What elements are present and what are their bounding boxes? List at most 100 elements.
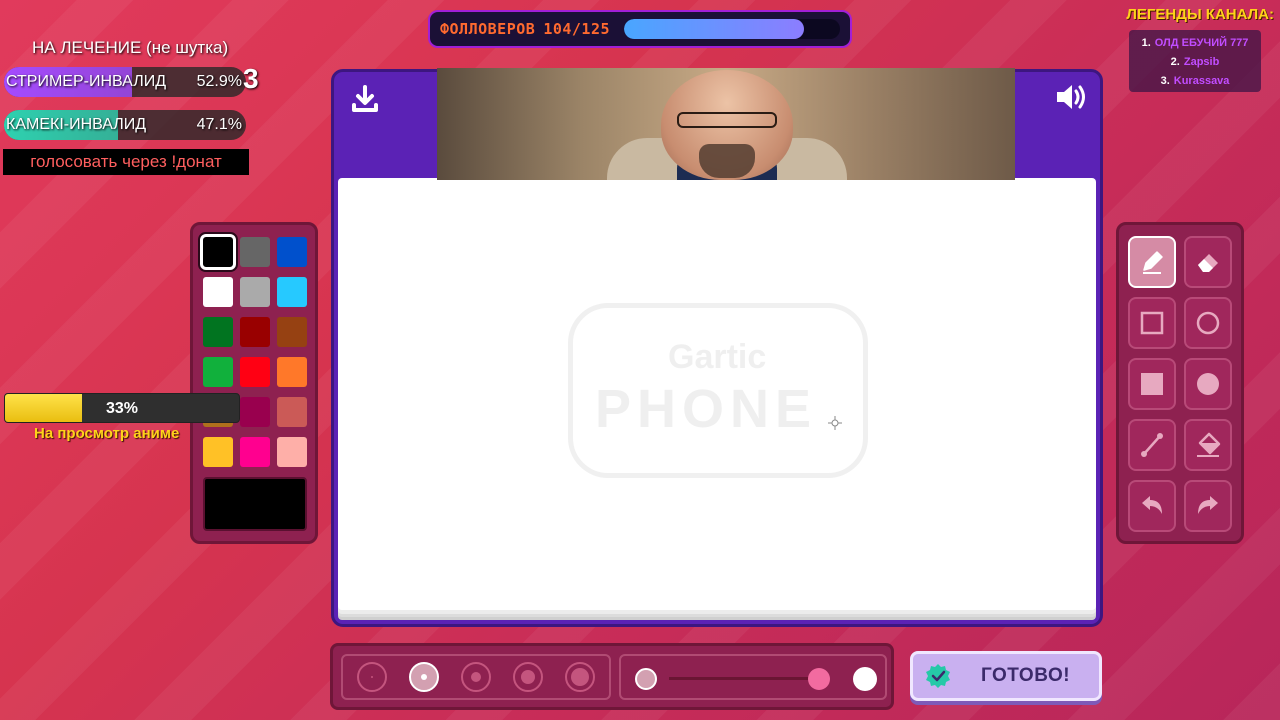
legend-entry: 1. ОЛД ЕБУЧИЙ 777 bbox=[1137, 33, 1253, 52]
legends-title: ЛЕГЕНДЫ КАНАЛА: bbox=[1126, 6, 1274, 23]
brush-size-dot bbox=[571, 668, 589, 686]
tool-eraser[interactable] bbox=[1184, 236, 1232, 288]
opacity-high-indicator bbox=[853, 667, 877, 691]
poll-call-to-action: голосовать через !донат bbox=[3, 149, 249, 175]
current-color-preview bbox=[203, 477, 307, 531]
opacity-slider-track[interactable] bbox=[669, 677, 819, 680]
download-button[interactable] bbox=[350, 84, 380, 119]
square-filled-icon bbox=[1141, 373, 1163, 395]
webcam-overlay bbox=[437, 68, 1015, 180]
color-swatch[interactable] bbox=[240, 237, 270, 267]
line-icon bbox=[1141, 433, 1163, 457]
opacity-slider-handle[interactable] bbox=[808, 668, 830, 690]
done-button[interactable]: ГОТОВО! bbox=[910, 651, 1102, 701]
brush-size-dot bbox=[371, 676, 373, 678]
legend-rank: 3. bbox=[1160, 74, 1170, 87]
brush-size-dot bbox=[521, 670, 535, 684]
legend-rank: 1. bbox=[1141, 36, 1151, 49]
color-swatch[interactable] bbox=[203, 277, 233, 307]
brush-size-option[interactable] bbox=[357, 662, 387, 692]
poll-option-2-name: КАМЕКІ-ИНВАЛИД bbox=[6, 116, 147, 133]
followers-progress-fill bbox=[624, 19, 804, 39]
donation-goal-bar: 33% bbox=[4, 393, 240, 423]
legend-rank: 2. bbox=[1170, 55, 1180, 68]
color-swatch[interactable] bbox=[240, 357, 270, 387]
done-button-label: ГОТОВО! bbox=[981, 665, 1071, 686]
color-swatch[interactable] bbox=[240, 317, 270, 347]
tool-rectangle-outline[interactable] bbox=[1128, 297, 1176, 349]
webcam-person-glasses bbox=[677, 112, 777, 128]
brush-size-option[interactable] bbox=[409, 662, 439, 692]
followers-count: 104/125 bbox=[543, 20, 611, 38]
color-swatch[interactable] bbox=[277, 357, 307, 387]
poll-sticker: 3 bbox=[243, 63, 259, 94]
eraser-icon bbox=[1198, 254, 1218, 272]
legend-name: Zapsib bbox=[1183, 55, 1220, 68]
opacity-slider-group bbox=[619, 654, 887, 700]
color-swatch[interactable] bbox=[240, 397, 270, 427]
redo-icon bbox=[1198, 496, 1218, 514]
color-swatch[interactable] bbox=[277, 317, 307, 347]
brush-controls bbox=[330, 643, 894, 710]
poll-option-1-name: СТРИМЕР-ИНВАЛИД bbox=[6, 73, 167, 90]
undo-icon bbox=[1142, 496, 1162, 514]
color-swatch[interactable] bbox=[203, 357, 233, 387]
color-swatch[interactable] bbox=[240, 277, 270, 307]
webcam-person-beard bbox=[699, 144, 755, 178]
tool-pencil[interactable] bbox=[1128, 236, 1176, 288]
tool-redo[interactable] bbox=[1184, 480, 1232, 532]
tool-ellipse-outline[interactable] bbox=[1184, 297, 1232, 349]
check-badge-icon bbox=[926, 664, 950, 688]
color-swatch[interactable] bbox=[203, 437, 233, 467]
brush-size-dot bbox=[421, 674, 427, 680]
brush-size-option[interactable] bbox=[461, 662, 491, 692]
donation-goal-label: На просмотр аниме bbox=[34, 425, 180, 442]
color-swatch[interactable] bbox=[203, 317, 233, 347]
legend-entry: 2. Zapsib bbox=[1137, 52, 1253, 71]
poll-title: НА ЛЕЧЕНИЕ (не шутка) bbox=[32, 38, 229, 57]
watermark-gartic-text: Gartic bbox=[668, 338, 767, 376]
brush-size-dot bbox=[471, 672, 481, 682]
color-swatch[interactable] bbox=[277, 277, 307, 307]
download-icon bbox=[352, 85, 378, 112]
poll-option-2-percent: 47.1% bbox=[196, 116, 242, 133]
poll-option-1: СТРИМЕР-ИНВАЛИД 52.9% bbox=[4, 67, 246, 97]
color-palette bbox=[190, 222, 318, 544]
tool-ellipse-filled[interactable] bbox=[1184, 358, 1232, 410]
square-outline-icon bbox=[1140, 311, 1164, 335]
color-swatch[interactable] bbox=[277, 437, 307, 467]
legend-name: ОЛД ЕБУЧИЙ 777 bbox=[1154, 36, 1249, 49]
poll-option-1-percent: 52.9% bbox=[196, 73, 242, 90]
brush-size-option[interactable] bbox=[565, 662, 595, 692]
brush-size-option[interactable] bbox=[513, 662, 543, 692]
gartic-phone-watermark: Gartic PHONE bbox=[568, 303, 868, 478]
tool-rectangle-filled[interactable] bbox=[1128, 358, 1176, 410]
color-swatch[interactable] bbox=[240, 437, 270, 467]
opacity-low-indicator bbox=[635, 668, 657, 690]
legend-entry: 3. Kurassava bbox=[1137, 71, 1253, 90]
circle-filled-icon bbox=[1197, 373, 1219, 395]
legends-list: 1. ОЛД ЕБУЧИЙ 777 2. Zapsib 3. Kurassava bbox=[1129, 30, 1261, 92]
circle-outline-icon bbox=[1196, 311, 1220, 335]
color-swatch[interactable] bbox=[277, 397, 307, 427]
brush-size-group bbox=[341, 654, 611, 700]
followers-label: ФОЛЛОВЕРОВ bbox=[440, 20, 536, 38]
bucket-icon bbox=[1197, 432, 1221, 457]
followers-goal-bar: ФОЛЛОВЕРОВ 104/125 bbox=[428, 10, 852, 48]
followers-progress-track bbox=[624, 19, 840, 39]
color-swatch[interactable] bbox=[277, 237, 307, 267]
watermark-phone-text: PHONE bbox=[595, 379, 818, 439]
crosshair-cursor-icon bbox=[828, 416, 842, 430]
sound-button[interactable] bbox=[1054, 82, 1088, 117]
speaker-icon bbox=[1057, 85, 1085, 109]
poll-option-2: КАМЕКІ-ИНВАЛИД 47.1% bbox=[4, 110, 246, 140]
tool-line[interactable] bbox=[1128, 419, 1176, 471]
tool-fill-bucket[interactable] bbox=[1184, 419, 1232, 471]
tools-panel bbox=[1116, 222, 1244, 544]
drawing-canvas[interactable]: Gartic PHONE bbox=[338, 178, 1096, 610]
pencil-icon bbox=[1143, 251, 1163, 274]
color-swatch[interactable] bbox=[200, 234, 236, 270]
tool-undo[interactable] bbox=[1128, 480, 1176, 532]
legend-name: Kurassava bbox=[1173, 74, 1230, 87]
donation-goal-percent: 33% bbox=[105, 400, 139, 417]
